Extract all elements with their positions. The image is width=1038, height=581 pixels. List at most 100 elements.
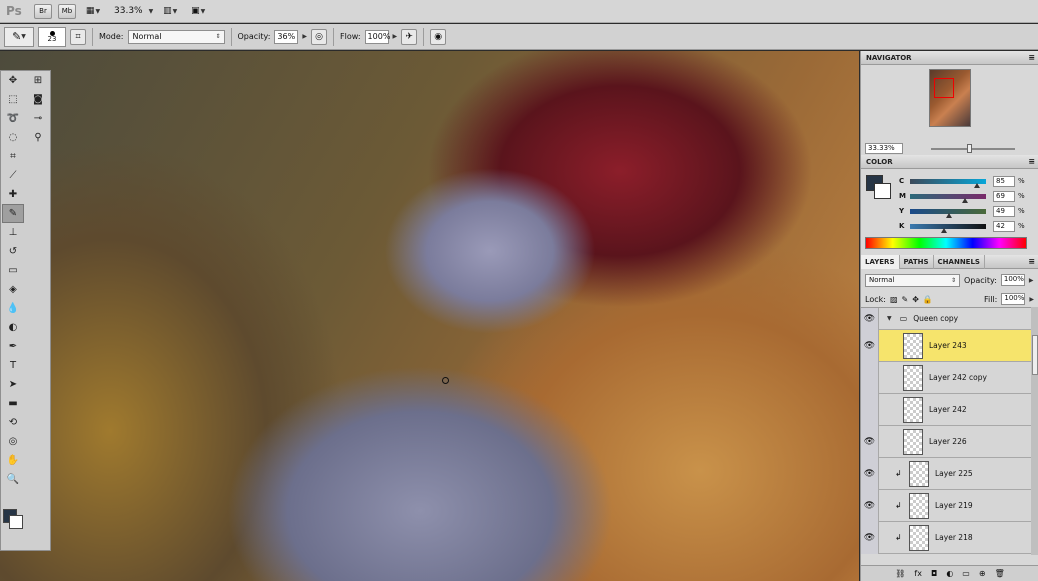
blur-tool-icon[interactable]: 💧: [2, 299, 24, 318]
layer-thumbnail[interactable]: [909, 460, 929, 487]
yellow-slider-handle[interactable]: [946, 212, 952, 218]
mode-select[interactable]: Normal ⇕: [127, 29, 225, 44]
cyan-slider[interactable]: [910, 178, 986, 188]
magenta-slider-handle[interactable]: [962, 197, 968, 203]
opacity-input[interactable]: 36%: [274, 29, 299, 44]
cyan-input[interactable]: 85: [993, 175, 1015, 187]
cyan-slider-handle[interactable]: [974, 182, 980, 188]
brush-tool-icon[interactable]: ✎: [2, 204, 24, 223]
tab-layers[interactable]: LAYERS: [861, 254, 900, 269]
document-canvas[interactable]: [0, 51, 859, 581]
pressure-size-button[interactable]: ◉: [430, 28, 447, 45]
navigator-zoom-slider[interactable]: [931, 148, 1015, 150]
dodge-tool-icon[interactable]: ◐: [2, 318, 24, 337]
marquee-tool-icon[interactable]: ⬚: [2, 90, 24, 109]
3d-rotate-tool-icon[interactable]: ⟲: [2, 413, 24, 432]
layer-thumbnail[interactable]: [903, 364, 923, 391]
eye-icon[interactable]: 👁: [861, 425, 879, 458]
panel-menu-icon[interactable]: ≡: [1028, 257, 1035, 266]
layer-row[interactable]: 👁 Layer 242 copy: [861, 361, 1031, 394]
spot-healing-tool-icon[interactable]: ✚: [2, 185, 24, 204]
arrange-documents-button[interactable]: ▥ ▼: [159, 4, 181, 18]
layer-row[interactable]: 👁 Layer 242: [861, 393, 1031, 426]
layer-opacity-input[interactable]: 100%: [1000, 274, 1025, 286]
eye-icon[interactable]: 👁: [861, 521, 879, 554]
move-tool-icon[interactable]: ✥: [2, 71, 24, 90]
magenta-slider[interactable]: [910, 193, 986, 203]
paint-bucket-tool-icon[interactable]: ◈: [2, 280, 24, 299]
lock-transparency-icon[interactable]: ▨: [890, 295, 898, 304]
quick-mask-icon[interactable]: ◙: [27, 90, 49, 109]
layer-row[interactable]: 👁 Layer 226: [861, 425, 1031, 458]
puppet-tool-icon[interactable]: ⚲: [27, 128, 49, 147]
eye-icon[interactable]: 👁: [861, 308, 879, 330]
airbrush-button[interactable]: ✈: [401, 28, 418, 45]
zoom-chevron-icon[interactable]: ▼: [149, 8, 154, 15]
layer-thumbnail[interactable]: [903, 428, 923, 455]
bridge-button[interactable]: Br: [34, 3, 52, 19]
layer-style-icon[interactable]: fx: [914, 569, 922, 578]
black-slider[interactable]: [910, 223, 986, 233]
yellow-input[interactable]: 49: [993, 205, 1015, 217]
brush-panel-toggle[interactable]: ⌗: [70, 28, 86, 45]
brush-preset-picker[interactable]: 23: [38, 26, 66, 47]
hand-tool-icon[interactable]: ✋: [2, 451, 24, 470]
zoom-tool-icon[interactable]: 🔍: [2, 470, 24, 489]
lasso-tool-icon[interactable]: ➰: [2, 109, 24, 128]
eye-icon[interactable]: 👁: [861, 393, 879, 426]
eraser-tool-icon[interactable]: ▭: [2, 261, 24, 280]
panel-menu-icon[interactable]: ≡: [1028, 53, 1035, 62]
eye-icon[interactable]: 👁: [861, 329, 879, 362]
flow-chevron-icon[interactable]: ▶: [393, 33, 398, 40]
layer-list[interactable]: 👁 ▼ ▭ Queen copy 👁 Layer 243 👁 Layer 242 co…: [861, 307, 1031, 555]
3d-orbit-tool-icon[interactable]: ◎: [2, 432, 24, 451]
type-tool-icon[interactable]: T: [2, 356, 24, 375]
blend-mode-select[interactable]: Normal ⇕: [865, 273, 960, 287]
fill-chevron-icon[interactable]: ▶: [1029, 296, 1034, 303]
navigator-slider-handle[interactable]: [967, 144, 972, 153]
magenta-input[interactable]: 69: [993, 190, 1015, 202]
group-expand-icon[interactable]: ▼: [887, 315, 892, 322]
ruler-tool-icon[interactable]: ⊸: [27, 109, 49, 128]
eyedropper-tool-icon[interactable]: ⟋: [2, 166, 24, 185]
layer-thumbnail[interactable]: [903, 396, 923, 423]
lock-all-icon[interactable]: 🔒: [923, 295, 933, 304]
screen-mode-button[interactable]: ▣ ▼: [187, 4, 209, 18]
black-input[interactable]: 42: [993, 220, 1015, 232]
navigator-view-box[interactable]: [934, 78, 954, 98]
crop-tool-icon[interactable]: ⌗: [2, 147, 24, 166]
lock-pixels-icon[interactable]: ✎: [902, 295, 909, 304]
pressure-opacity-button[interactable]: ◎: [311, 28, 328, 45]
extras-menu-button[interactable]: ▦ ▼: [82, 4, 104, 18]
history-brush-tool-icon[interactable]: ↺: [2, 242, 24, 261]
layer-opacity-chevron-icon[interactable]: ▶: [1029, 277, 1034, 284]
panel-menu-icon[interactable]: ≡: [1028, 157, 1035, 166]
lock-position-icon[interactable]: ✥: [912, 295, 919, 304]
layer-mask-icon[interactable]: ◘: [931, 569, 937, 578]
layer-list-scrollbar[interactable]: [1031, 307, 1038, 555]
adjustment-layer-icon[interactable]: ◐: [946, 569, 953, 578]
layer-list-scroll-thumb[interactable]: [1032, 335, 1038, 375]
eye-icon[interactable]: 👁: [861, 361, 879, 394]
fill-input[interactable]: 100%: [1001, 293, 1026, 305]
new-group-icon[interactable]: ▭: [962, 569, 970, 578]
opacity-chevron-icon[interactable]: ▶: [302, 33, 307, 40]
yellow-slider[interactable]: [910, 208, 986, 218]
black-slider-handle[interactable]: [941, 227, 947, 233]
layer-thumbnail[interactable]: [909, 524, 929, 551]
color-spectrum-ramp[interactable]: [865, 237, 1027, 249]
tab-paths[interactable]: PATHS: [900, 254, 934, 269]
mini-bridge-button[interactable]: Mb: [58, 3, 76, 19]
quick-selection-tool-icon[interactable]: ◌: [2, 128, 24, 147]
navigator-zoom-input[interactable]: 33.33%: [865, 143, 903, 154]
pen-tool-icon[interactable]: ✒: [2, 337, 24, 356]
tab-channels[interactable]: CHANNELS: [934, 254, 985, 269]
background-color-swatch[interactable]: [9, 515, 23, 529]
flow-input[interactable]: 100%: [364, 29, 390, 44]
layer-row[interactable]: 👁 ↲ Layer 225: [861, 457, 1031, 490]
layer-row[interactable]: 👁 ↲ Layer 219: [861, 489, 1031, 522]
artboard-tool-icon[interactable]: ⊞: [27, 71, 49, 90]
layer-thumbnail[interactable]: [903, 332, 923, 359]
delete-layer-icon[interactable]: 🗑: [995, 569, 1005, 578]
new-layer-icon[interactable]: ⊕: [979, 569, 986, 578]
